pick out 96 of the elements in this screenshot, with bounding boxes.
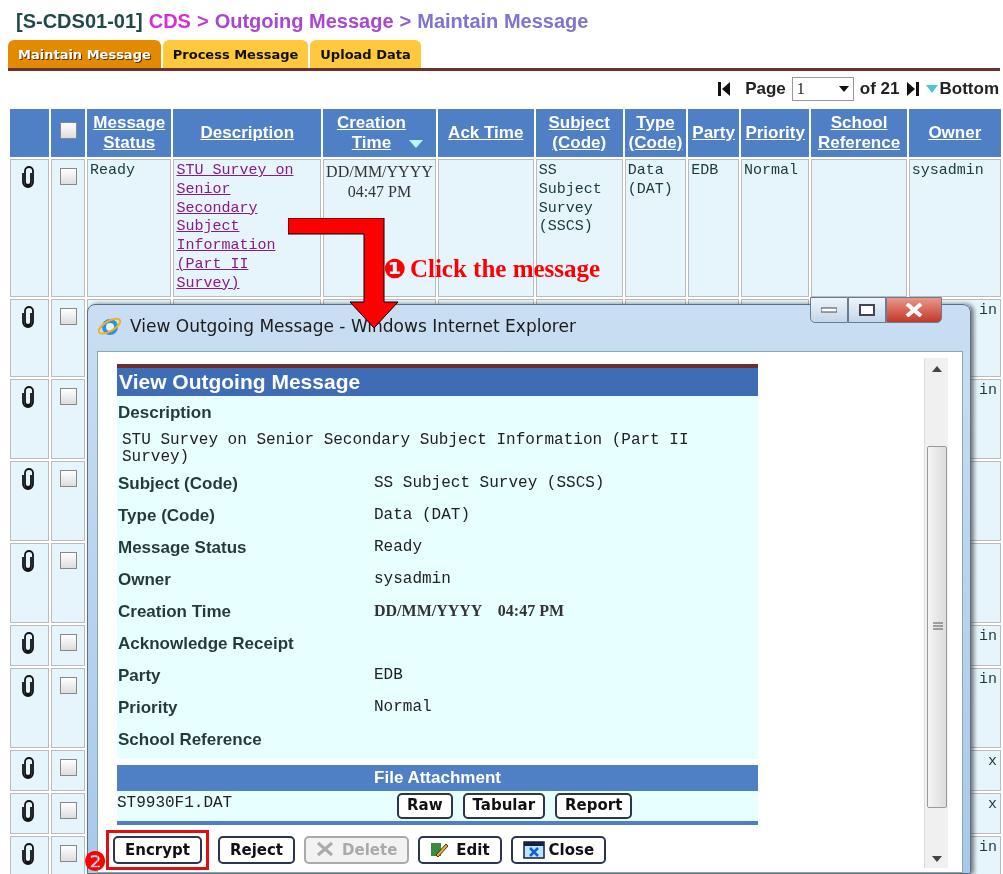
field-label: Type (Code) — [118, 504, 216, 527]
scroll-down-icon — [932, 856, 942, 862]
field-label: Owner — [118, 568, 172, 591]
breadcrumb-separator: > — [196, 9, 209, 34]
action-button[interactable]: Encrypt — [113, 836, 202, 864]
window-icon — [522, 841, 545, 859]
paperclip-icon — [21, 675, 35, 697]
first-page-icon[interactable] — [717, 81, 732, 97]
checkbox[interactable] — [60, 634, 78, 651]
tab[interactable]: Process Message — [162, 39, 309, 68]
caret-icon — [838, 86, 849, 92]
field-value: EDB — [374, 665, 403, 687]
scrollbar[interactable] — [924, 358, 948, 868]
checkbox[interactable] — [60, 168, 78, 185]
page-heading: View Outgoing Message — [117, 364, 758, 397]
grip-icon — [933, 622, 943, 630]
minimize-button[interactable] — [810, 297, 848, 323]
page-label: Page — [745, 78, 786, 101]
paperclip-icon — [21, 843, 35, 865]
file-button[interactable]: Raw — [397, 792, 453, 819]
table-cell: in — [979, 302, 997, 319]
table-cell: sysadmin — [911, 162, 984, 179]
checkbox[interactable] — [60, 845, 78, 862]
field-label: Priority — [118, 696, 179, 719]
paperclip-icon — [21, 550, 35, 572]
action-button[interactable]: Edit — [418, 836, 502, 864]
checkbox[interactable] — [60, 677, 78, 694]
file-name: ST9930F1.DAT — [117, 792, 234, 814]
file-button[interactable]: Tabular — [462, 792, 546, 819]
table-cell: EDB — [691, 162, 719, 179]
field-label: Description — [118, 402, 213, 425]
paperclip-icon — [21, 166, 35, 188]
callout-text: Click the message — [409, 254, 601, 284]
down-arrow-icon — [925, 85, 938, 93]
table-cell: Normal — [743, 162, 798, 179]
bottom-link[interactable]: Bottom — [939, 76, 999, 102]
action-button[interactable]: Close — [510, 836, 607, 864]
paperclip-icon — [21, 306, 35, 328]
section-header: File Attachment — [117, 765, 758, 791]
close-button[interactable] — [886, 297, 942, 323]
maximize-button[interactable] — [848, 297, 886, 323]
field-label: School Reference — [118, 728, 263, 751]
checkbox[interactable] — [60, 470, 78, 487]
scroll-up-icon — [932, 366, 942, 372]
table-cell: x — [988, 796, 997, 813]
table-cell: in — [979, 628, 997, 645]
file-button[interactable]: Report — [555, 792, 633, 819]
field-value: Normal — [374, 697, 432, 719]
screen-code: [S-CDS01-01] — [16, 9, 143, 34]
field-label: Creation Time — [118, 600, 233, 623]
paperclip-icon — [21, 800, 35, 822]
checkbox[interactable] — [60, 552, 78, 569]
field-value: DD/MM/YYYY 04:47 PM — [374, 601, 565, 622]
field-value: sysadmin — [374, 569, 451, 591]
checkbox[interactable] — [59, 121, 77, 139]
table-cell: in — [979, 839, 997, 856]
window-title: View Outgoing Message - Windows Internet Explorer — [130, 315, 576, 339]
paperclip-icon — [21, 632, 35, 654]
table-cell: SS Subject Survey (SSCS) — [538, 162, 602, 236]
table-cell: Ready — [90, 162, 136, 179]
paperclip-icon — [21, 468, 35, 490]
table-cell: DD/MM/YYYY 04:47 PM — [326, 162, 433, 202]
breadcrumb-separator: > — [399, 9, 412, 34]
field-label: Subject (Code) — [118, 472, 239, 495]
field-value: Data (DAT) — [374, 505, 470, 527]
field-label: Message Status — [118, 536, 248, 559]
breadcrumb-item: Maintain Message — [417, 9, 589, 34]
action-button[interactable]: Reject — [217, 836, 295, 864]
checkbox[interactable] — [60, 802, 78, 819]
paperclip-icon — [21, 757, 35, 779]
paperclip-icon — [21, 386, 35, 408]
breadcrumb-item: CDS — [148, 9, 191, 34]
page-select[interactable]: 1 — [791, 77, 854, 101]
table-cell: in — [979, 382, 997, 399]
table-cell: x — [988, 753, 997, 770]
field-value: Ready — [374, 537, 422, 559]
checkbox[interactable] — [60, 308, 78, 325]
field-label: Acknowledge Receipt — [118, 632, 295, 655]
breadcrumb-item: Outgoing Message — [214, 9, 394, 34]
field-value: SS Subject Survey (SSCS) — [374, 473, 605, 495]
step-number: ❷ — [83, 846, 108, 874]
close-icon — [905, 303, 923, 317]
checkbox[interactable] — [60, 388, 78, 405]
minimize-icon — [821, 307, 837, 313]
header-cell — [10, 109, 50, 157]
field-value: STU Survey on Senior Secondary Subject Information (Part II Survey) — [121, 429, 690, 468]
last-page-icon[interactable] — [905, 81, 920, 97]
checkbox[interactable] — [60, 759, 78, 776]
maximize-icon — [859, 304, 875, 316]
page-count: of 21 — [859, 78, 900, 101]
table-cell: Data (DAT) — [627, 162, 673, 198]
tab[interactable]: Upload Data — [310, 39, 421, 68]
table-cell: in — [979, 671, 997, 688]
scroll-thumb[interactable] — [927, 446, 947, 808]
field-label: Party — [118, 664, 162, 687]
step-number: ❶ — [383, 255, 406, 283]
